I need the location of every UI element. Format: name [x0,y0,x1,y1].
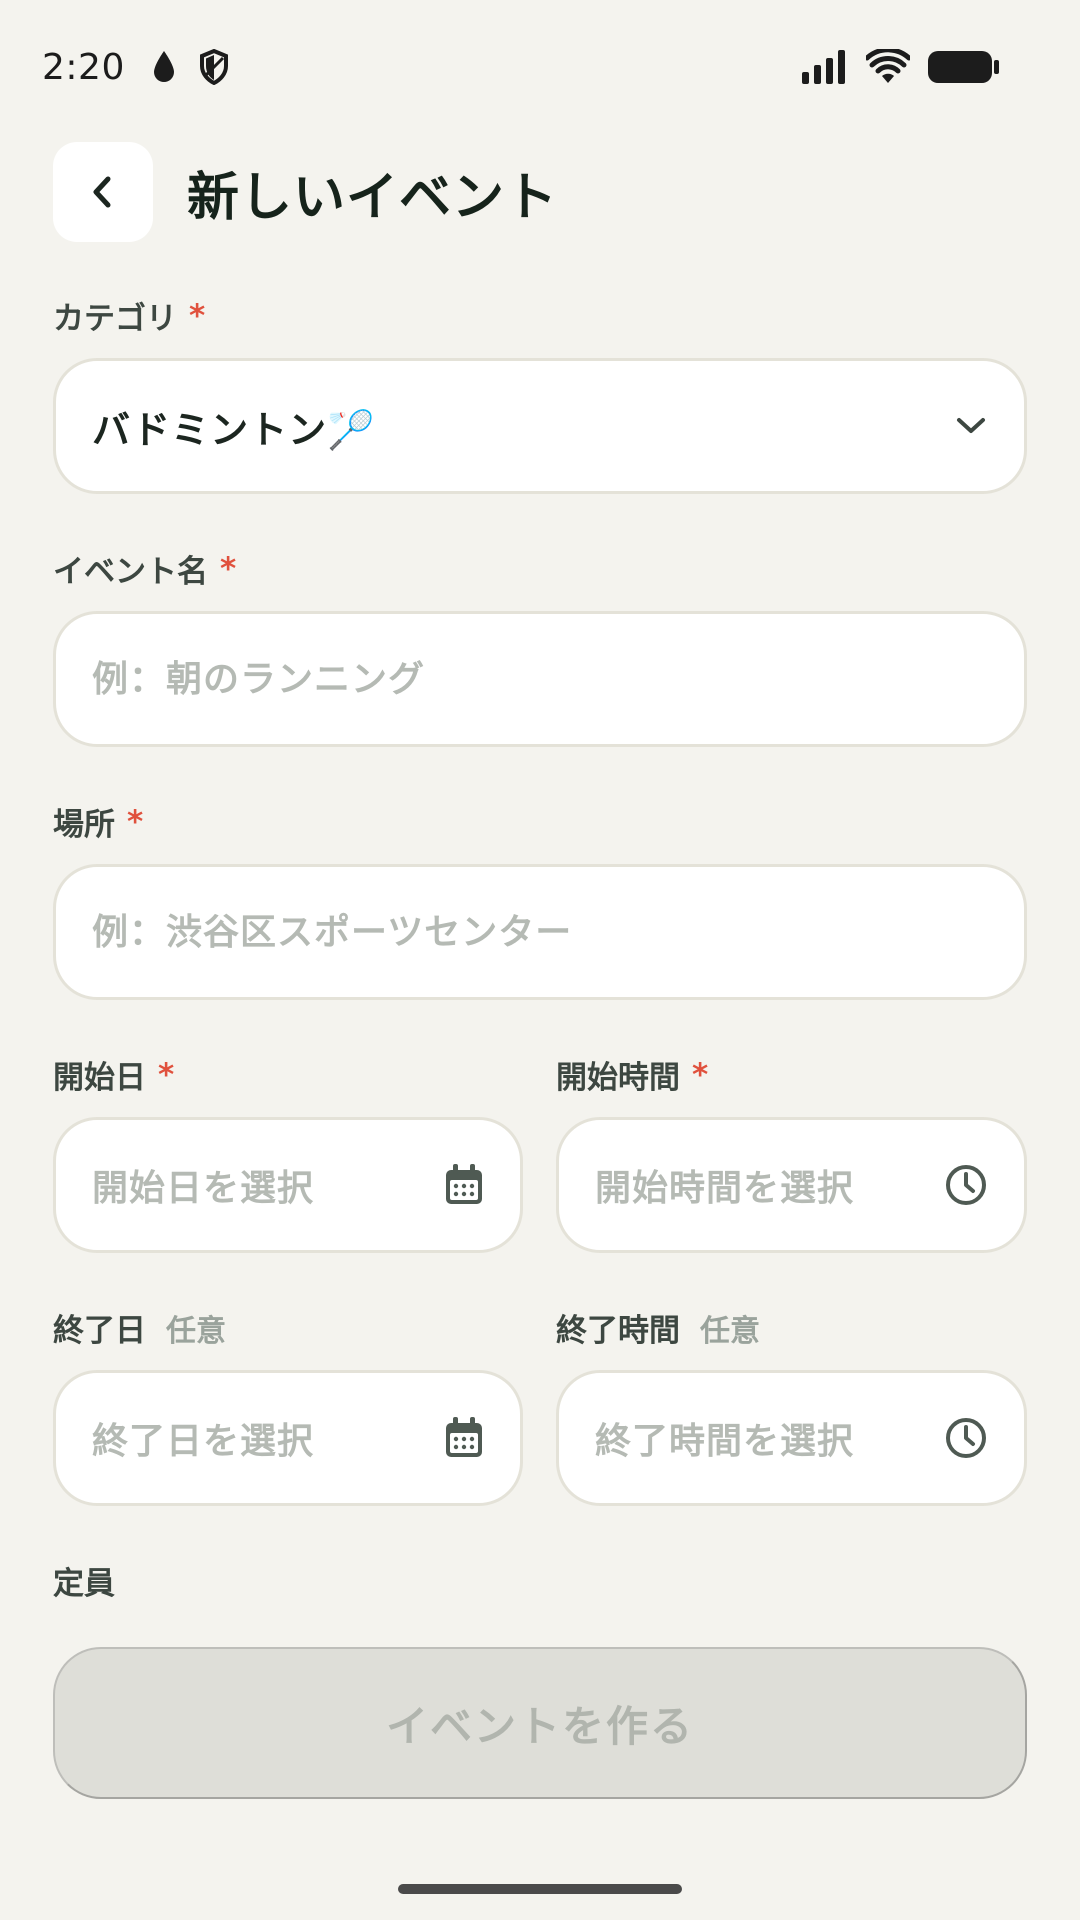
end-time-label: 終了時間 任意 [556,1305,760,1350]
chevron-left-icon [93,176,111,208]
required-mark: * [692,1056,709,1093]
end-time-picker[interactable]: 終了時間を選択 [556,1370,1027,1506]
location-input[interactable] [92,911,988,953]
wifi-icon [866,49,910,83]
optional-tag: 任意 [166,1313,226,1349]
shield-icon [199,49,228,85]
end-time-placeholder: 終了時間を選択 [595,1421,855,1462]
home-indicator[interactable] [398,1884,682,1894]
required-mark: * [189,297,206,334]
location-label: 場所 * [53,799,143,844]
status-bar: 2:20 [0,0,1080,134]
start-date-placeholder: 開始日を選択 [92,1168,315,1209]
category-label-text: カテゴリ [53,301,177,337]
create-event-button[interactable]: イベントを作る [53,1647,1027,1799]
optional-tag: 任意 [700,1313,760,1349]
status-time: 2:20 [42,46,125,88]
capacity-label: 定員 [53,1558,115,1603]
required-mark: * [127,803,144,840]
clock-icon [946,1165,986,1205]
status-right-icons [802,49,1000,85]
location-label-text: 場所 [53,807,115,843]
event-name-input[interactable] [92,658,988,700]
event-name-label-text: イベント名 [53,554,208,590]
battery-icon [928,51,999,83]
required-mark: * [220,550,237,587]
required-mark: * [158,1056,175,1093]
end-time-label-text: 終了時間 [556,1313,680,1349]
start-time-label: 開始時間 * [556,1052,708,1097]
start-time-label-text: 開始時間 [556,1060,680,1096]
category-select[interactable]: バドミントン🏸 [53,358,1027,494]
signal-icon [802,50,845,84]
start-time-placeholder: 開始時間を選択 [595,1168,855,1209]
chevron-down-icon [957,418,985,433]
page-title: 新しいイベント [187,167,559,228]
start-date-picker[interactable]: 開始日を選択 [53,1117,523,1253]
back-button[interactable] [53,142,153,242]
start-date-label: 開始日 * [53,1052,174,1097]
event-name-label: イベント名 * [53,546,236,591]
category-value: バドミントン🏸 [92,407,376,452]
end-date-picker[interactable]: 終了日を選択 [53,1370,523,1506]
end-date-label-text: 終了日 [53,1313,146,1349]
calendar-icon [446,1164,482,1204]
header: 新しいイベント [53,142,558,242]
droplet-icon [153,51,174,82]
end-date-placeholder: 終了日を選択 [92,1421,315,1462]
end-date-label: 終了日 任意 [53,1305,226,1350]
clock-icon [946,1418,986,1458]
calendar-icon [446,1417,482,1457]
category-label: カテゴリ * [53,293,205,338]
status-left-icons [151,49,229,85]
event-name-field[interactable] [53,611,1027,747]
create-event-screen: 2:20 新しいイベント カテゴリ * バドミントン🏸 イベント名 * 例：朝の… [0,0,1080,1920]
start-date-label-text: 開始日 [53,1060,146,1096]
location-field[interactable] [53,864,1027,1000]
start-time-picker[interactable]: 開始時間を選択 [556,1117,1027,1253]
capacity-label-text: 定員 [53,1566,115,1602]
